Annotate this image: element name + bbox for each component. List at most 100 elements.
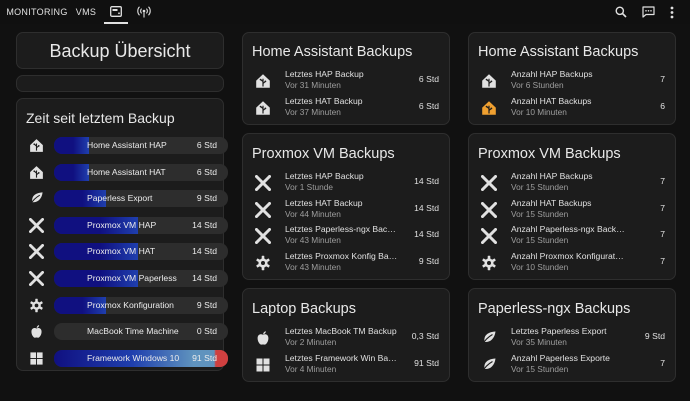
bar-label: Framework Windows 10 — [87, 352, 180, 363]
entity-name: Letztes HAT Backup — [285, 96, 363, 106]
proxmox-icon — [28, 243, 45, 260]
entity-value: 0,3 Std — [411, 331, 439, 341]
proxmox-icon — [480, 174, 498, 192]
bar-row[interactable]: Proxmox VM HAP 14 Std — [27, 216, 228, 234]
entity-value: 7 — [660, 176, 665, 186]
entity-name: Letztes HAT Backup — [285, 197, 363, 208]
entity-row[interactable]: Letztes HAT Backup Vor 44 Minuten 14 Std — [253, 198, 439, 222]
page-title: Backup Übersicht — [49, 41, 191, 61]
bar-label: Proxmox Konfiguration — [87, 299, 174, 310]
chat-button[interactable] — [638, 2, 658, 22]
entity-last-changed: Vor 4 Minuten — [285, 364, 337, 374]
home-assistant-icon — [255, 100, 271, 116]
entity-row[interactable]: Letztes Paperless Export Vor 35 Minuten 9 … — [479, 326, 665, 350]
leaf-icon — [481, 330, 497, 346]
card-title: Paperless-ngx Backups — [478, 301, 631, 317]
bar-row[interactable]: Framework Windows 10 91 Std — [27, 349, 228, 367]
gear-icon — [481, 255, 497, 271]
entity-last-changed: Vor 15 Stunden — [511, 235, 569, 246]
entity-value: 7 — [660, 229, 665, 240]
entity-name: Letztes Paperless Export — [511, 326, 607, 336]
bar-row[interactable]: Proxmox VM HAT 14 Std — [27, 243, 228, 261]
entity-row[interactable]: Letztes Framework Win Backup Vor 4 Minute… — [253, 353, 439, 377]
dots-vertical-icon — [670, 6, 674, 18]
bar-value: 14 Std — [192, 219, 217, 230]
bar-row[interactable]: Home Assistant HAT 6 Std — [27, 163, 228, 181]
bar-track: Paperless Export 9 Std — [54, 190, 228, 208]
entity-row[interactable]: Anzahl Paperless Exporte Vor 15 Stunden 7 — [479, 353, 665, 377]
bar-track: Home Assistant HAP 6 Std — [54, 137, 228, 154]
bar-label: Home Assistant HAT — [87, 166, 166, 177]
bar-track: Framework Windows 10 91 Std — [54, 349, 228, 367]
bar-value: 6 Std — [196, 166, 217, 177]
entity-value: 14 Std — [414, 229, 439, 240]
entity-row[interactable]: Anzahl HAP Backups Vor 15 Stunden 7 — [479, 171, 665, 195]
card-title: Home Assistant Backups — [252, 44, 413, 60]
menu-button[interactable] — [662, 2, 682, 22]
bar-row[interactable]: Proxmox Konfiguration 9 Std — [27, 296, 228, 314]
entity-value: 91 Std — [414, 358, 439, 368]
bar-row[interactable]: Proxmox VM Paperless 14 Std — [27, 270, 228, 287]
bar-label: MacBook Time Machine — [87, 326, 179, 337]
entity-value: 9 Std — [418, 256, 439, 267]
tab-network[interactable] — [132, 0, 156, 24]
entity-value: 6 Std — [418, 101, 439, 111]
entity-value: 7 — [660, 358, 665, 368]
bar-track: Proxmox Konfiguration 9 Std — [54, 296, 228, 314]
apple-icon — [29, 324, 44, 339]
entity-row[interactable]: Anzahl HAT Backups Vor 15 Stunden 7 — [479, 198, 665, 222]
bar-row[interactable]: Home Assistant HAP 6 Std — [27, 137, 228, 154]
entity-row[interactable]: Letztes HAP Backup Vor 31 Minuten 6 Std — [253, 69, 439, 93]
bar-row[interactable]: MacBook Time Machine 0 Std — [27, 323, 228, 341]
entity-name: Anzahl Paperless-ngx Backups — [511, 224, 625, 235]
entity-last-changed: Vor 44 Minuten — [285, 208, 341, 219]
card-title: Proxmox VM Backups — [478, 146, 621, 162]
bar-value: 91 Std — [192, 352, 217, 363]
entity-value: 9 Std — [644, 331, 665, 341]
bar-track: Proxmox VM Paperless 14 Std — [54, 270, 228, 287]
access-point-icon — [137, 6, 151, 18]
entity-name: Letztes Paperless-ngx Backup — [285, 224, 399, 235]
bar-value: 14 Std — [192, 273, 217, 283]
bar-value: 14 Std — [192, 246, 217, 257]
entity-last-changed: Vor 10 Minuten — [511, 107, 567, 117]
entity-row[interactable]: Anzahl Paperless-ngx Backups Vor 15 Stund… — [479, 224, 665, 248]
tab-vms[interactable]: VMS — [72, 0, 100, 24]
entity-value: 14 Std — [414, 176, 439, 186]
overview-title-card: Backup Übersicht — [16, 32, 224, 69]
entity-row[interactable]: Anzahl HAT Backups Vor 10 Minuten 6 — [479, 96, 665, 120]
bar-row[interactable]: Paperless Export 9 Std — [27, 190, 228, 208]
bar-value: 6 Std — [196, 140, 217, 150]
entity-row[interactable]: Letztes Proxmox Konfig Backup Vor 43 Minu… — [253, 251, 439, 275]
entity-last-changed: Vor 15 Stunden — [511, 364, 569, 374]
entity-value: 14 Std — [414, 202, 439, 213]
ha-backups-card: Home Assistant Backups Letztes HAP Backu… — [242, 32, 450, 125]
entity-row[interactable]: Letztes Paperless-ngx Backup Vor 43 Minut… — [253, 224, 439, 248]
bar-value: 9 Std — [196, 193, 217, 204]
apple-icon — [255, 330, 271, 346]
entity-row[interactable]: Anzahl HAP Backups Vor 6 Stunden 7 — [479, 69, 665, 93]
windows-icon — [255, 357, 271, 373]
search-button[interactable] — [611, 2, 631, 22]
entity-value: 7 — [660, 256, 665, 267]
entity-row[interactable]: Letztes MacBook TM Backup Vor 2 Minuten 0,… — [253, 326, 439, 350]
tab-backup[interactable] — [104, 0, 128, 24]
entity-last-changed: Vor 2 Minuten — [285, 337, 337, 347]
windows-icon — [29, 351, 44, 366]
card-title: Laptop Backups — [252, 301, 356, 317]
bar-value: 0 Std — [196, 326, 217, 337]
home-assistant-icon — [255, 73, 271, 89]
proxmox-icon — [480, 227, 498, 246]
card-title: Home Assistant Backups — [478, 44, 639, 60]
gear-icon — [255, 255, 271, 271]
entity-last-changed: Vor 15 Stunden — [511, 208, 569, 219]
entity-name: Anzahl HAT Backups — [511, 197, 592, 208]
bar-label: Proxmox VM HAT — [87, 246, 156, 257]
bar-track: MacBook Time Machine 0 Std — [54, 323, 228, 341]
time-since-card: Zeit seit letztem Backup Home Assistant … — [16, 98, 228, 371]
entity-row[interactable]: Letztes HAT Backup Vor 37 Minuten 6 Std — [253, 96, 439, 120]
entity-row[interactable]: Letztes HAP Backup Vor 1 Stunde 14 Std — [253, 171, 439, 195]
tab-monitoring[interactable]: MONITORING — [6, 0, 68, 24]
entity-row[interactable]: Anzahl Proxmox Konfiguration Back…Vor 10… — [479, 251, 665, 275]
bar-label: Paperless Export — [87, 193, 153, 204]
